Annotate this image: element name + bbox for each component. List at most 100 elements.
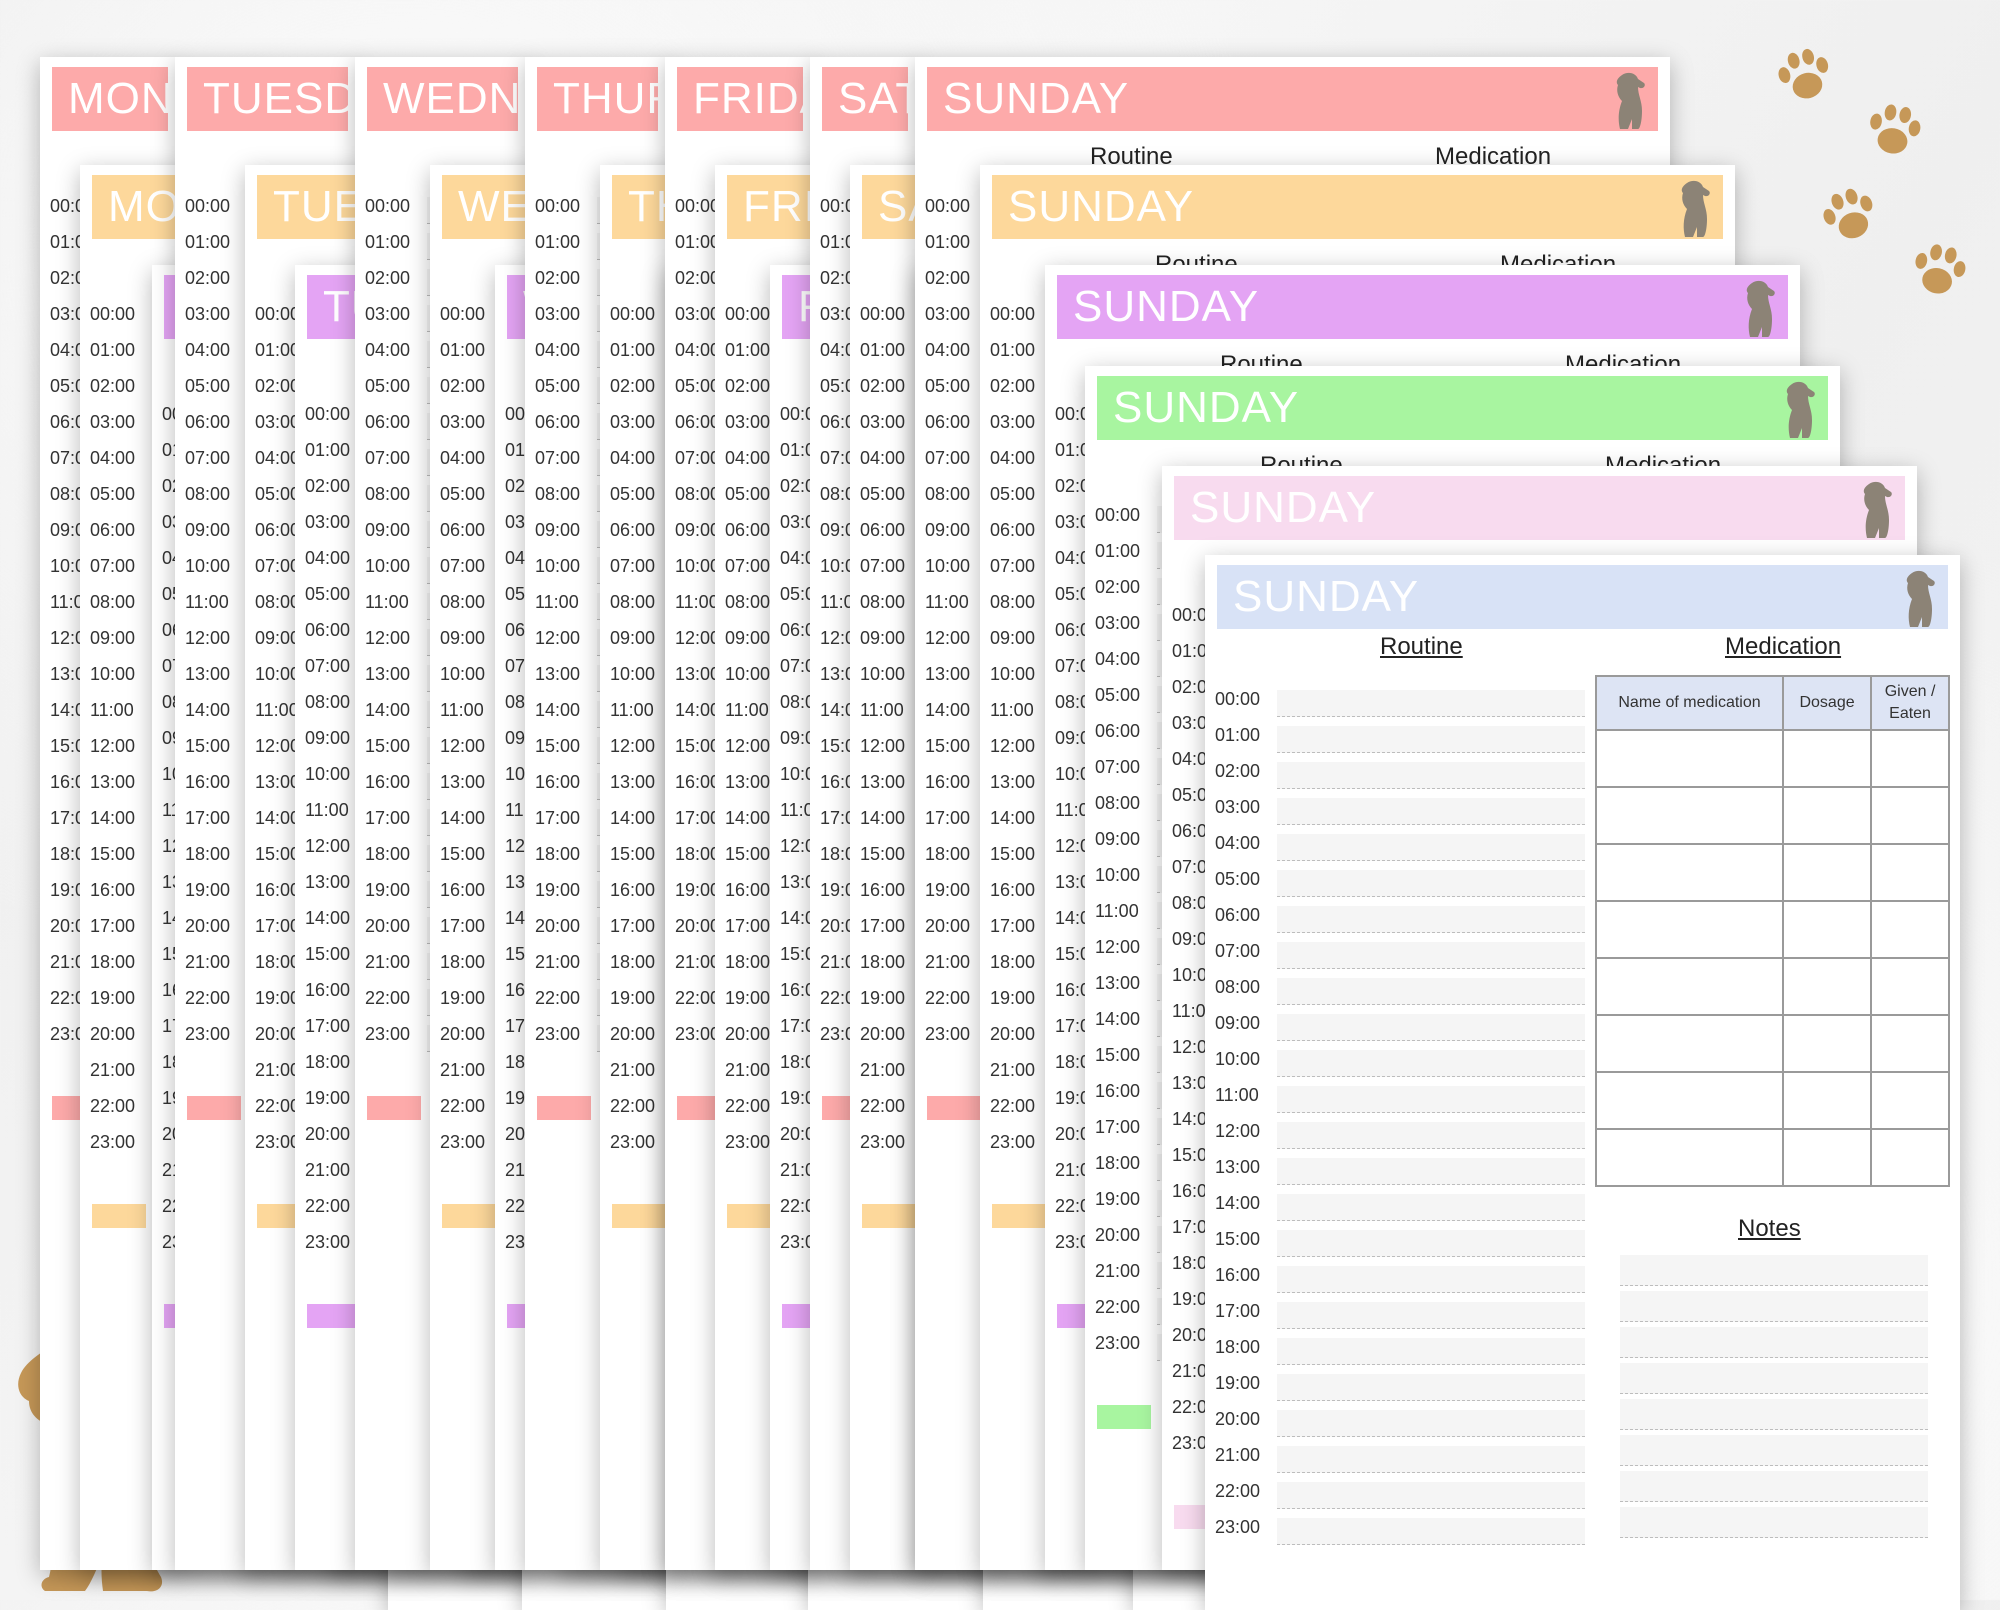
routine-entry-line[interactable] <box>1277 1266 1585 1293</box>
notes-entry-line[interactable] <box>1620 1291 1928 1322</box>
medication-cell[interactable] <box>1870 1014 1950 1073</box>
notes-entry-line[interactable] <box>1620 1435 1928 1466</box>
time-label: 11:00 <box>185 592 229 612</box>
time-label: 12:00 <box>725 736 771 756</box>
time-label: 17:00 <box>860 916 906 936</box>
routine-entry-line[interactable] <box>1277 1410 1585 1437</box>
routine-entry-line[interactable] <box>1277 1158 1585 1185</box>
day-header-band: TUESDAY <box>187 67 348 131</box>
time-label: 04:00 <box>535 340 581 360</box>
routine-entry-line[interactable] <box>1277 1050 1585 1077</box>
medication-cell[interactable] <box>1782 786 1873 845</box>
routine-entry-line[interactable] <box>1277 1194 1585 1221</box>
time-label: 08:00 <box>610 592 656 612</box>
medication-cell[interactable] <box>1782 1014 1873 1073</box>
medication-cell[interactable] <box>1594 1071 1785 1130</box>
notes-entry-line[interactable] <box>1620 1471 1928 1502</box>
dog-head-icon <box>1786 381 1815 438</box>
routine-entry-line[interactable] <box>1277 978 1585 1005</box>
time-label: 06:00 <box>185 412 231 432</box>
routine-entry-line[interactable] <box>1277 1302 1585 1329</box>
medication-cell[interactable] <box>1870 900 1950 959</box>
medication-cell[interactable] <box>1782 1128 1873 1187</box>
time-label: 18:00 <box>185 844 231 864</box>
medication-cell[interactable] <box>1870 843 1950 902</box>
day-name: SUNDAY <box>1233 572 1420 621</box>
routine-entry-line[interactable] <box>1277 1122 1585 1149</box>
medication-cell[interactable] <box>1782 843 1873 902</box>
time-label: 10:00 <box>90 664 136 684</box>
time-label: 09:00 <box>1215 1013 1261 1033</box>
medication-cell[interactable] <box>1594 786 1785 845</box>
time-label: 16:00 <box>535 772 581 792</box>
routine-entry-line[interactable] <box>1277 1014 1585 1041</box>
time-label: 18:00 <box>305 1052 351 1072</box>
routine-entry-line[interactable] <box>1277 1086 1585 1113</box>
time-label: 13:00 <box>185 664 231 684</box>
time-label: 05:00 <box>255 484 301 504</box>
time-label: 23:00 <box>725 1132 771 1152</box>
day-name: SUNDAY <box>943 74 1130 123</box>
medication-cell[interactable] <box>1870 1128 1950 1187</box>
medication-cell[interactable] <box>1870 729 1950 788</box>
time-label: 04:00 <box>990 448 1036 468</box>
routine-entry-line[interactable] <box>1277 690 1585 717</box>
medication-cell[interactable] <box>1782 729 1873 788</box>
routine-entry-line[interactable] <box>1277 1374 1585 1401</box>
time-label: 03:00 <box>365 304 411 324</box>
time-label: 02:00 <box>610 376 656 396</box>
medication-cell[interactable] <box>1594 900 1785 959</box>
time-label: 16:00 <box>305 980 351 1000</box>
routine-entry-line[interactable] <box>1277 834 1585 861</box>
medication-cell[interactable] <box>1782 1071 1873 1130</box>
routine-entry-line[interactable] <box>1277 798 1585 825</box>
time-label: 08:00 <box>725 592 771 612</box>
routine-entry-line[interactable] <box>1277 870 1585 897</box>
dog-head-icon <box>1746 280 1775 337</box>
time-label: 13:00 <box>725 772 771 792</box>
time-label: 16:00 <box>925 772 971 792</box>
planner-page-sunday: SUNDAY 00:00 01:00 02:00 03:00 04:00 05:00 06:0… <box>1205 555 1960 1610</box>
notes-entry-line[interactable] <box>1620 1399 1928 1430</box>
medication-cell[interactable] <box>1594 957 1785 1016</box>
time-row[interactable]: 14:00 <box>1205 1189 1960 1225</box>
time-label: 05:00 <box>440 484 486 504</box>
notes-entry-line[interactable] <box>1620 1255 1928 1286</box>
routine-entry-line[interactable] <box>1277 942 1585 969</box>
routine-entry-line[interactable] <box>1277 726 1585 753</box>
medication-cell[interactable] <box>1870 786 1950 845</box>
medication-cell[interactable] <box>1594 843 1785 902</box>
routine-entry-line[interactable] <box>1277 762 1585 789</box>
routine-entry-line[interactable] <box>1277 906 1585 933</box>
time-label: 22:00 <box>990 1096 1036 1116</box>
notes-entry-line[interactable] <box>1620 1327 1928 1358</box>
medication-cell[interactable] <box>1594 729 1785 788</box>
notes-entry-line[interactable] <box>1620 1507 1928 1538</box>
notes-entry-line[interactable] <box>1620 1363 1928 1394</box>
time-label: 19:00 <box>610 988 656 1008</box>
time-label: 00:00 <box>305 404 351 424</box>
routine-entry-line[interactable] <box>1277 1482 1585 1509</box>
color-strip <box>992 1204 1046 1228</box>
medication-cell[interactable] <box>1782 957 1873 1016</box>
time-label: 06:00 <box>725 520 771 540</box>
time-label: 23:00 <box>255 1132 301 1152</box>
time-label: 11:00 <box>440 700 484 720</box>
routine-entry-line[interactable] <box>1277 1338 1585 1365</box>
routine-entry-line[interactable] <box>1277 1518 1585 1545</box>
time-label: 04:00 <box>440 448 486 468</box>
time-label: 00:00 <box>365 196 411 216</box>
medication-cell[interactable] <box>1870 1071 1950 1130</box>
time-label: 03:00 <box>990 412 1036 432</box>
medication-row <box>1594 843 1950 902</box>
medication-cell[interactable] <box>1782 900 1873 959</box>
time-label: 21:00 <box>365 952 411 972</box>
routine-entry-line[interactable] <box>1277 1446 1585 1473</box>
medication-cell[interactable] <box>1594 1014 1785 1073</box>
time-label: 04:00 <box>925 340 971 360</box>
medication-cell[interactable] <box>1594 1128 1785 1187</box>
medication-cell[interactable] <box>1870 957 1950 1016</box>
time-label: 11:00 <box>365 592 409 612</box>
routine-entry-line[interactable] <box>1277 1230 1585 1257</box>
time-label: 23:00 <box>305 1232 351 1252</box>
